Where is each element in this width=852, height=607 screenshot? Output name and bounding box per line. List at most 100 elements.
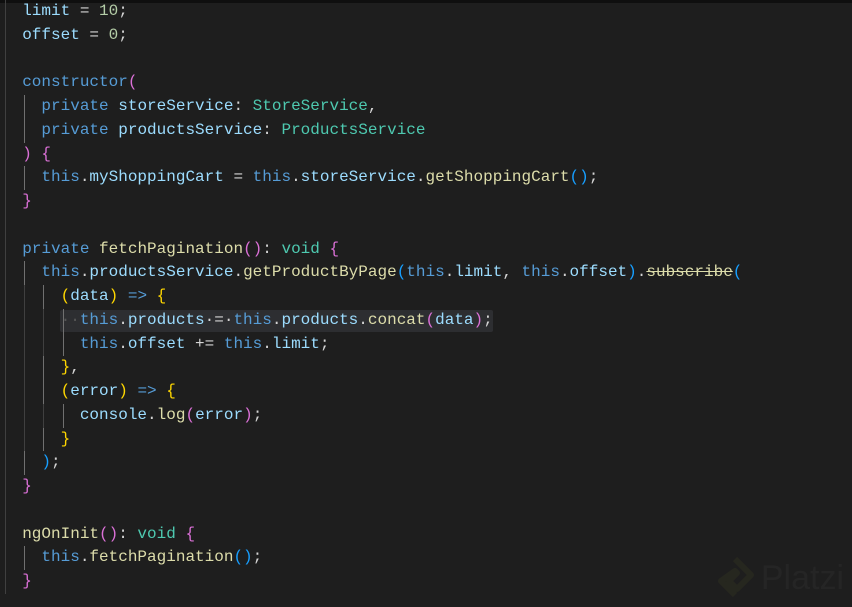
code-token: ( (396, 263, 407, 282)
code-token: = (79, 25, 109, 44)
platzi-watermark: Platzi (715, 555, 844, 601)
code-line[interactable]: }, (3, 356, 852, 380)
code-token: this (233, 310, 272, 329)
code-token: ·· (60, 310, 80, 329)
code-token: void (281, 239, 320, 258)
code-token: myShoppingCart (89, 168, 224, 187)
code-token: ) (627, 263, 637, 282)
code-token: } (22, 192, 32, 210)
code-token: ; (483, 310, 493, 329)
code-line[interactable] (3, 498, 852, 523)
code-token: . (79, 168, 90, 187)
code-token: getShoppingCart (425, 168, 570, 187)
code-line[interactable]: this.myShoppingCart = this.storeService.… (3, 166, 852, 190)
code-line[interactable]: this.offset += this.limit; (3, 332, 852, 357)
code-token: ( (60, 382, 71, 400)
code-token: { (156, 287, 167, 305)
code-token: . (262, 334, 272, 353)
code-token: this (79, 310, 119, 329)
code-line[interactable]: constructor( (3, 71, 852, 95)
code-line[interactable] (3, 213, 852, 238)
code-token: ) (41, 453, 52, 472)
code-token: limit (22, 2, 71, 20)
code-token: productsService (118, 120, 263, 139)
code-token: ; (588, 168, 599, 187)
indent-guide (5, 213, 6, 238)
code-token: fetchPagination (99, 239, 244, 258)
code-line[interactable]: this.productsService.getProductByPage(th… (3, 261, 852, 285)
indent-guide (5, 498, 6, 523)
code-line[interactable]: private storeService: StoreService, (3, 95, 852, 119)
code-token: limit (454, 263, 503, 282)
code-line[interactable]: offset = 0; (3, 23, 852, 48)
code-token: { (185, 524, 196, 543)
code-token: . (358, 310, 368, 329)
code-token: , (70, 358, 80, 377)
code-token: ) (243, 405, 253, 424)
code-token: this (521, 263, 560, 282)
code-token: fetchPagination (89, 548, 234, 567)
code-token: : (262, 239, 282, 258)
code-line-selected[interactable]: ··this.products·=·this.products.concat(d… (3, 308, 852, 333)
code-line[interactable] (3, 47, 852, 72)
code-token: offset (569, 263, 628, 282)
code-token: } (22, 477, 32, 495)
code-token: storeService (118, 97, 234, 115)
code-token: : (118, 524, 138, 543)
code-line[interactable]: limit = 10; (3, 0, 852, 24)
code-token: () (233, 548, 253, 567)
code-token: ( (185, 405, 196, 424)
code-token: ( (425, 310, 436, 329)
code-line[interactable]: } (3, 475, 852, 499)
code-token: ( (60, 287, 71, 305)
code-token: += (185, 334, 224, 353)
code-token: . (636, 263, 647, 282)
code-token: } (60, 358, 71, 377)
code-line[interactable]: } (3, 190, 852, 214)
code-token: ; (319, 334, 330, 353)
code-token: . (118, 310, 128, 329)
code-token: ) (22, 144, 32, 163)
code-token: . (233, 263, 244, 282)
code-token: console (79, 405, 148, 424)
code-token: . (79, 548, 90, 567)
code-token: this (406, 263, 445, 282)
code-editor[interactable]: limit = 10; offset = 0; constructor( pri… (3, 0, 852, 594)
code-line[interactable]: ngOnInit(): void { (3, 522, 852, 547)
code-line[interactable]: private fetchPagination(): void { (3, 237, 852, 262)
code-line[interactable]: private productsService: ProductsService (3, 118, 852, 143)
code-line[interactable]: console.log(error); (3, 403, 852, 428)
code-token: data (70, 287, 109, 305)
code-line[interactable]: (data) => { (3, 285, 852, 309)
code-token: ) (118, 382, 128, 400)
platzi-logo-icon (717, 556, 754, 598)
code-line[interactable]: ) { (3, 142, 852, 167)
code-token: this (223, 334, 263, 353)
code-line[interactable]: ); (3, 451, 852, 475)
code-token: () (569, 168, 589, 187)
code-token: ; (51, 453, 61, 472)
code-token: ProductsService (281, 120, 426, 139)
code-token: concat (367, 310, 426, 329)
code-line[interactable]: } (3, 427, 852, 452)
code-line[interactable]: (error) => { (3, 380, 852, 404)
code-token: ) (108, 287, 119, 305)
code-token: . (291, 168, 301, 187)
code-token: productsService (89, 263, 234, 282)
code-token: error (70, 382, 119, 400)
